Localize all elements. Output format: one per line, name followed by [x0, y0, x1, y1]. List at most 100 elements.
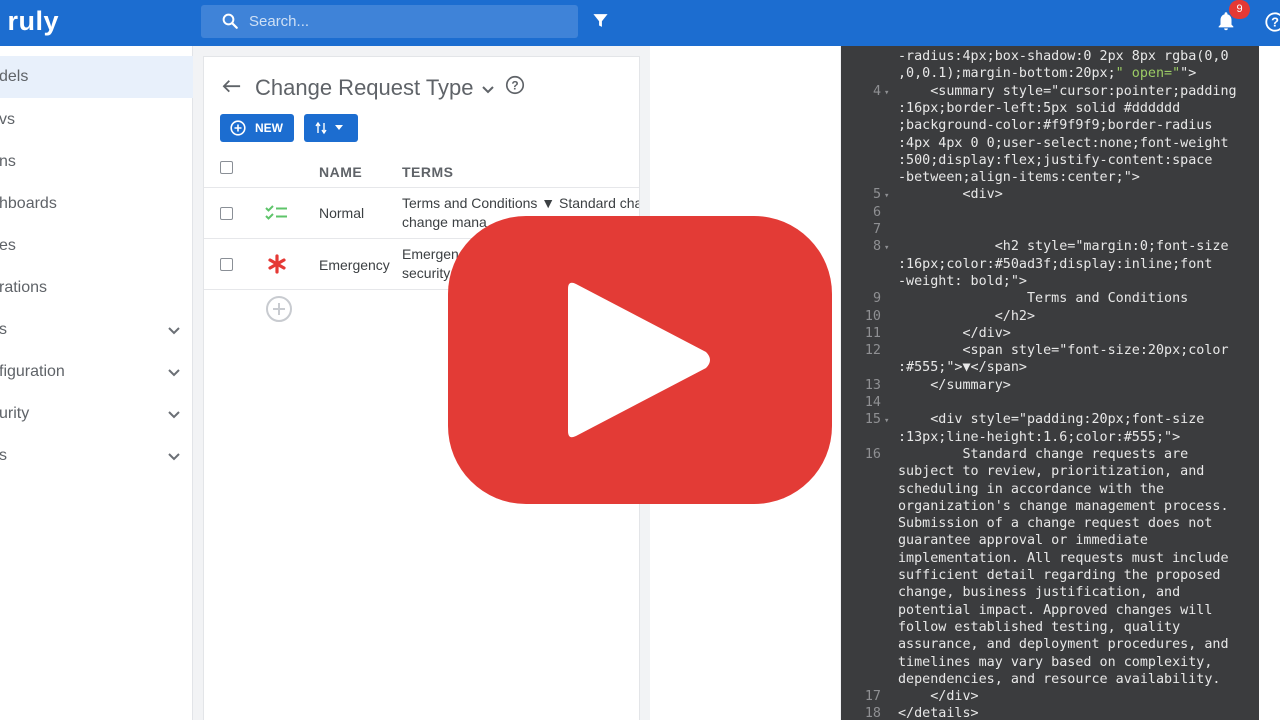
sidebar-item-security[interactable]: urity	[0, 393, 193, 435]
code-line: <span style="font-size:20px;color	[898, 343, 1229, 359]
code-line: :500;display:flex;justify-content:space	[898, 152, 1213, 168]
chevron-down-icon	[168, 453, 180, 461]
new-button-label: NEW	[255, 121, 283, 135]
sidebar-item-integrations[interactable]: rations	[0, 267, 193, 309]
code-line: </h2>	[898, 308, 1036, 324]
code-line: timelines may vary based on complexity,	[898, 654, 1213, 670]
code-line: </details>	[898, 706, 979, 720]
code-line: </div>	[898, 689, 979, 705]
line-number: 15	[864, 412, 881, 428]
code-line: guarantee approval or immediate	[898, 533, 1148, 549]
code-line: scheduling in accordance with the	[898, 481, 1165, 497]
chevron-down-icon[interactable]	[480, 81, 496, 97]
line-number: 17	[864, 689, 881, 705]
sidebar-item-label: es	[0, 237, 16, 254]
code-line: Standard change requests are	[898, 446, 1189, 462]
code-line: follow established testing, quality	[898, 619, 1181, 635]
play-button-icon[interactable]	[448, 216, 832, 504]
checklist-icon	[265, 205, 287, 220]
code-line: <div style="padding:20px;font-size	[898, 412, 1205, 428]
back-arrow-icon[interactable]	[221, 79, 243, 97]
code-line: Submission of a change request does not	[898, 516, 1213, 532]
sidebar-item-forms[interactable]: ns	[0, 141, 193, 183]
sidebar: dels vs ns hboards es rations s figurati…	[0, 46, 193, 720]
add-circle-icon	[230, 120, 246, 136]
editor-gutter-right	[1259, 46, 1280, 720]
sidebar-item-label: vs	[0, 111, 15, 128]
fold-caret-icon[interactable]: ▾	[884, 85, 889, 102]
column-header-name[interactable]: NAME	[319, 164, 362, 180]
code-editor[interactable]: -radius:4px;box-shadow:0 2px 8px rgba(0,…	[841, 46, 1259, 720]
line-number: 11	[864, 325, 881, 341]
sidebar-item-dashboards[interactable]: hboards	[0, 183, 193, 225]
code-line: ;background-color:#f9f9f9;border-radius	[898, 118, 1213, 134]
line-number: 10	[864, 308, 881, 324]
code-line: ,0,0.1);margin-bottom:20px;" open="">	[898, 66, 1197, 82]
code-line: <h2 style="margin:0;font-size	[898, 239, 1229, 255]
line-number: 4	[872, 83, 881, 99]
sidebar-item-configuration[interactable]: figuration	[0, 351, 193, 393]
line-number: 8	[872, 239, 881, 255]
sidebar-item-rules[interactable]: es	[0, 225, 193, 267]
app-logo[interactable]: › ruly	[0, 6, 59, 37]
code-line: <div>	[898, 187, 1003, 203]
top-bar: › ruly 9 ?	[0, 0, 1280, 46]
chevron-down-icon	[168, 369, 180, 377]
line-number: 5	[872, 187, 881, 203]
row-name: Emergency	[319, 257, 390, 273]
search-icon	[222, 13, 238, 29]
code-line: :4px 4px 0 0;user-select:none;font-weigh…	[898, 135, 1229, 151]
row-checkbox[interactable]	[220, 258, 233, 271]
line-number: 14	[864, 395, 881, 410]
filter-icon[interactable]	[592, 12, 609, 29]
caret-down-icon	[335, 125, 343, 130]
sidebar-item-label: rations	[0, 279, 48, 296]
code-line: -radius:4px;box-shadow:0 2px 8px rgba(0,…	[898, 49, 1229, 64]
row-name: Normal	[319, 205, 365, 221]
code-line: -weight: bold;">	[898, 273, 1027, 289]
code-line: potential impact. Approved changes will	[898, 602, 1213, 618]
code-line: :16px;border-left:5px solid #dddddd	[898, 100, 1181, 116]
sidebar-item-label: ns	[0, 153, 16, 170]
new-button[interactable]: NEW	[220, 114, 294, 142]
code-line: :#555;">▼</span>	[898, 360, 1027, 376]
row-checkbox[interactable]	[220, 207, 233, 220]
fold-caret-icon[interactable]: ▾	[884, 413, 889, 430]
fold-caret-icon[interactable]: ▾	[884, 240, 889, 257]
column-header-terms[interactable]: TERMS	[402, 164, 454, 180]
help-icon[interactable]: ?	[1264, 11, 1280, 33]
code-line: -between;align-items:center;">	[898, 170, 1140, 186]
chevron-down-icon	[168, 411, 180, 419]
asterisk-icon	[268, 254, 286, 274]
search-input[interactable]	[249, 5, 569, 38]
svg-text:?: ?	[511, 79, 518, 93]
line-number: 12	[864, 343, 881, 359]
sort-button[interactable]	[304, 114, 358, 142]
sidebar-item-label: urity	[0, 405, 30, 422]
code-line: change, business justification, and	[898, 585, 1181, 601]
row-terms-line-1: Terms and Conditions ▼ Standard cha	[402, 195, 640, 211]
add-row-icon[interactable]	[265, 295, 293, 323]
code-line: implementation. All requests must includ…	[898, 550, 1229, 566]
code-line: :16px;color:#50ad3f;display:inline;font	[898, 256, 1213, 272]
sidebar-item-views[interactable]: vs	[0, 99, 193, 141]
help-icon[interactable]: ?	[504, 74, 526, 96]
search-box[interactable]	[201, 5, 578, 38]
code-line: <summary style="cursor:pointer;padding	[898, 83, 1237, 99]
code-line: organization's change management process…	[898, 498, 1229, 514]
table-header: NAME TERMS	[204, 154, 639, 188]
fold-caret-icon[interactable]: ▾	[884, 188, 889, 205]
sidebar-item-label: figuration	[0, 363, 65, 380]
line-number: 16	[864, 446, 881, 462]
select-all-checkbox[interactable]	[220, 161, 233, 174]
code-line: Terms and Conditions	[898, 291, 1189, 307]
sidebar-item-models[interactable]: dels	[0, 56, 193, 98]
sidebar-item-group-2[interactable]: s	[0, 435, 193, 477]
code-line: </div>	[898, 325, 1011, 341]
logo-text: ruly	[7, 6, 60, 36]
code-line: subject to review, prioritization, and	[898, 464, 1205, 480]
code-line: </summary>	[898, 377, 1011, 393]
sidebar-item-group-1[interactable]: s	[0, 309, 193, 351]
page-title: Change Request Type	[255, 75, 474, 100]
svg-text:?: ?	[1271, 15, 1279, 30]
